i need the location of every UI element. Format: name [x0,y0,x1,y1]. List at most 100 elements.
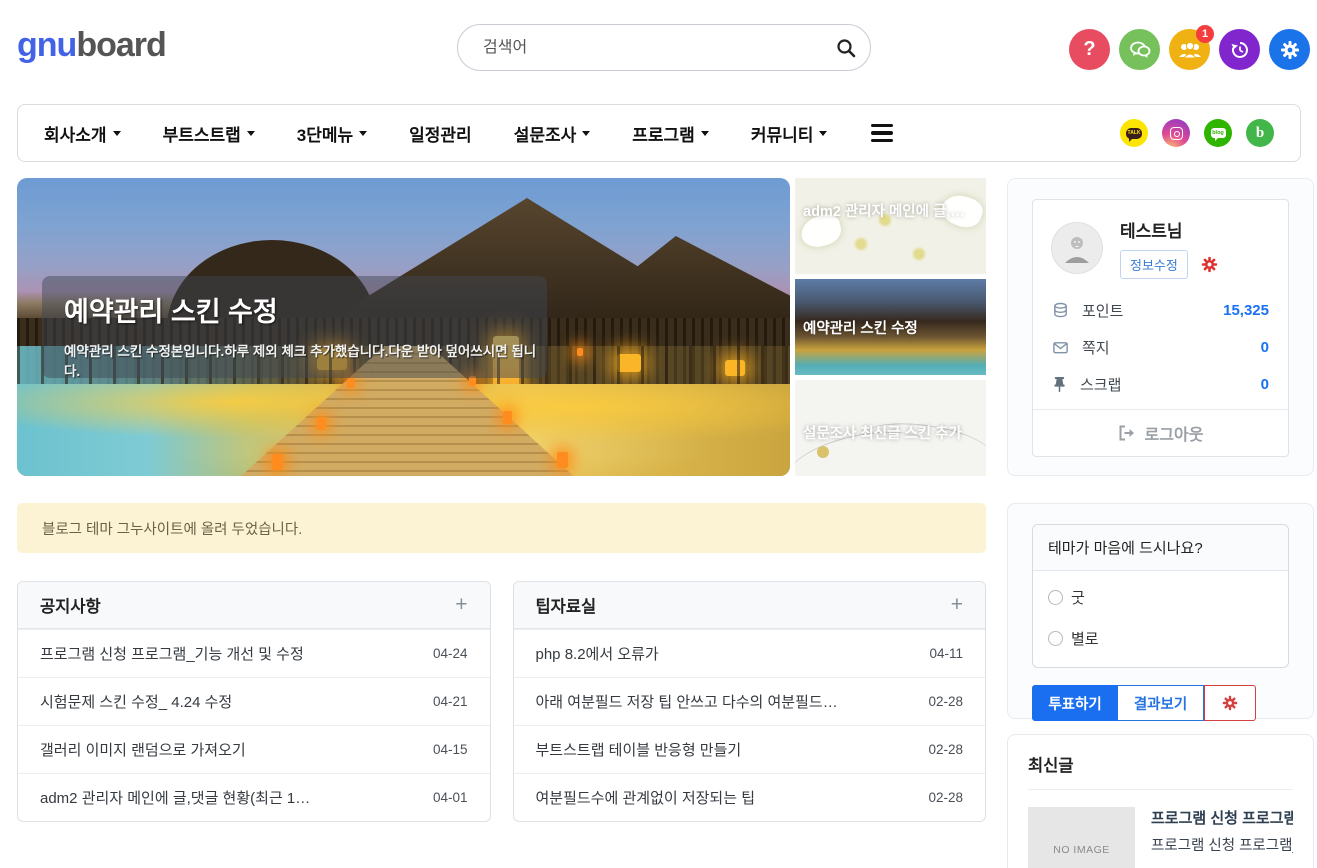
board-row[interactable]: 프로그램 신청 프로그램_기능 개선 및 수정 04-24 [18,629,490,677]
nav-item-company[interactable]: 회사소개 [44,121,121,146]
chevron-down-icon [247,131,255,136]
history-icon [1230,40,1250,60]
poll-option-good[interactable]: 굿 [1033,577,1288,618]
chevron-down-icon [582,131,590,136]
board-title: 팁자료실 [536,593,597,617]
edit-profile-button[interactable]: 정보수정 [1120,250,1188,279]
scrap-value: 0 [1261,376,1269,393]
thumbnail-label: 예약관리 스킨 수정 [803,317,918,338]
poll-question: 테마가 마음에 드시나요? [1033,525,1288,571]
user-name: 테스트님 [1120,217,1218,242]
vote-button[interactable]: 투표하기 [1032,685,1118,721]
logout-button[interactable]: 로그아웃 [1033,409,1288,456]
stat-point-row[interactable]: 포인트 15,325 [1033,292,1288,329]
hero-title: 예약관리 스킨 수정 [64,290,547,329]
board-header: 공지사항 + [18,582,490,629]
radio-icon[interactable] [1048,631,1063,646]
kakaotalk-icon[interactable]: TALK [1120,119,1148,147]
comments-button[interactable] [1119,29,1160,70]
hamburger-menu-icon[interactable] [871,124,893,143]
board-row[interactable]: 갤러리 이미지 랜덤으로 가져오기 04-15 [18,725,490,773]
poll-buttons: 투표하기 결과보기 [1032,685,1289,721]
question-icon: ? [1083,38,1095,61]
point-value: 15,325 [1223,302,1269,319]
radio-icon[interactable] [1048,590,1063,605]
nav-item-program[interactable]: 프로그램 [632,121,709,146]
board-lists: 공지사항 + 프로그램 신청 프로그램_기능 개선 및 수정 04-24 시험문… [17,581,986,822]
board-row[interactable]: 부트스트랩 테이블 반응형 만들기 02-28 [514,725,986,773]
poll-settings-button[interactable] [1204,685,1256,721]
gallery-latest-row: 예약관리 스킨 수정 예약관리 스킨 수정본입니다.하루 제외 체크 추가했습니… [17,178,986,476]
board-row[interactable]: 시험문제 스킨 수정_ 4.24 수정 04-21 [18,677,490,725]
thumbnail-label: 설문조사 최신글 스킨 추가 [803,422,962,443]
notice-text: 블로그 테마 그누사이트에 올려 두었습니다. [42,518,302,539]
social-links: TALK blog b [1120,119,1274,147]
members-badge: 1 [1196,25,1214,43]
latest-post-title: 프로그램 신청 프로그램_… [1151,807,1293,828]
search-input[interactable] [458,39,822,57]
site-logo[interactable]: gnuboard [17,26,166,65]
left-column: 예약관리 스킨 수정 예약관리 스킨 수정본입니다.하루 제외 체크 추가했습니… [17,178,986,868]
user-panel: 테스트님 정보수정 포인트 15,325 [1007,178,1314,476]
board-header: 팁자료실 + [514,582,986,629]
logout-icon [1118,425,1136,441]
board-row[interactable]: adm2 관리자 메인에 글,댓글 현황(최근 1… 04-01 [18,773,490,821]
help-button[interactable]: ? [1069,29,1110,70]
board-more-button[interactable]: + [455,593,467,617]
instagram-icon[interactable] [1162,119,1190,147]
quick-buttons: ? 1 [1069,29,1310,70]
nav-item-bootstrap[interactable]: 부트스트랩 [163,121,255,146]
history-button[interactable] [1219,29,1260,70]
board-tips: 팁자료실 + php 8.2에서 오류가 04-11 아래 여분필드 저장 팁 … [513,581,987,822]
chevron-down-icon [701,131,709,136]
avatar[interactable] [1051,222,1103,274]
stat-scrap-row[interactable]: 스크랩 0 [1033,366,1288,403]
chevron-down-icon [819,131,827,136]
mail-icon [1052,339,1069,356]
thumbnail-label: adm2 관리자 메인에 글,… [803,200,965,221]
thumbnail-adm2[interactable]: adm2 관리자 메인에 글,… [795,178,986,274]
no-image-placeholder: NO IMAGE [1028,807,1135,868]
hero-description: 예약관리 스킨 수정본입니다.하루 제외 체크 추가했습니다.다운 받아 덮어쓰… [64,340,547,380]
memo-value: 0 [1261,339,1269,356]
board-notice: 공지사항 + 프로그램 신청 프로그램_기능 개선 및 수정 04-24 시험문… [17,581,491,822]
naver-band-icon[interactable]: b [1246,119,1274,147]
settings-button[interactable] [1269,29,1310,70]
latest-title: 최신글 [1028,752,1293,790]
nav-item-schedule[interactable]: 일정관리 [409,121,472,146]
coins-icon [1052,302,1069,319]
thumbnail-reservation-skin[interactable]: 예약관리 스킨 수정 [795,279,986,375]
hero-banner[interactable]: 예약관리 스킨 수정 예약관리 스킨 수정본입니다.하루 제외 체크 추가했습니… [17,178,790,476]
latest-post-item[interactable]: NO IMAGE 프로그램 신청 프로그램_… 프로그램 신청 프로그램_… 테… [1028,807,1293,868]
board-row[interactable]: php 8.2에서 오류가 04-11 [514,629,986,677]
notice-banner[interactable]: 블로그 테마 그누사이트에 올려 두었습니다. [17,503,986,553]
board-more-button[interactable]: + [951,593,963,617]
board-row[interactable]: 아래 여분필드 저장 팁 안쓰고 다수의 여분필드… 02-28 [514,677,986,725]
board-row[interactable]: 여분필드수에 관계없이 저장되는 팁 02-28 [514,773,986,821]
gear-icon [1222,695,1238,711]
hero-caption: 예약관리 스킨 수정 예약관리 스킨 수정본입니다.하루 제외 체크 추가했습니… [42,276,547,378]
stat-memo-row[interactable]: 쪽지 0 [1033,329,1288,366]
members-button[interactable]: 1 [1169,29,1210,70]
poll-widget: 테마가 마음에 드시나요? 굿 별로 투표하기 결과보기 [1007,503,1314,719]
sidebar: 테스트님 정보수정 포인트 15,325 [1007,178,1314,868]
main-nav: 회사소개 부트스트랩 3단메뉴 일정관리 설문조사 프로그램 커뮤니티 TALK… [17,104,1301,162]
nav-item-community[interactable]: 커뮤니티 [751,121,828,146]
poll-option-bad[interactable]: 별로 [1033,618,1288,659]
naver-blog-icon[interactable]: blog [1204,119,1232,147]
nav-item-3depth-menu[interactable]: 3단메뉴 [297,121,367,146]
thumbnail-survey-skin[interactable]: 설문조사 최신글 스킨 추가 [795,380,986,476]
chevron-down-icon [113,131,121,136]
poll-result-button[interactable]: 결과보기 [1118,685,1204,721]
chat-icon [1129,40,1151,60]
board-title: 공지사항 [40,593,101,617]
hero-thumbnails: adm2 관리자 메인에 글,… 예약관리 스킨 수정 설문조사 최신글 스킨 … [795,178,986,476]
search-bar [457,24,871,71]
logo-part-board: board [76,26,165,64]
search-button[interactable] [822,25,870,70]
site-header: gnuboard ? 1 [0,0,1317,100]
pin-icon [1052,376,1067,393]
nav-item-survey[interactable]: 설문조사 [514,121,591,146]
admin-gear-icon[interactable] [1201,256,1218,273]
latest-post-excerpt: 프로그램 신청 프로그램_… [1151,834,1293,855]
